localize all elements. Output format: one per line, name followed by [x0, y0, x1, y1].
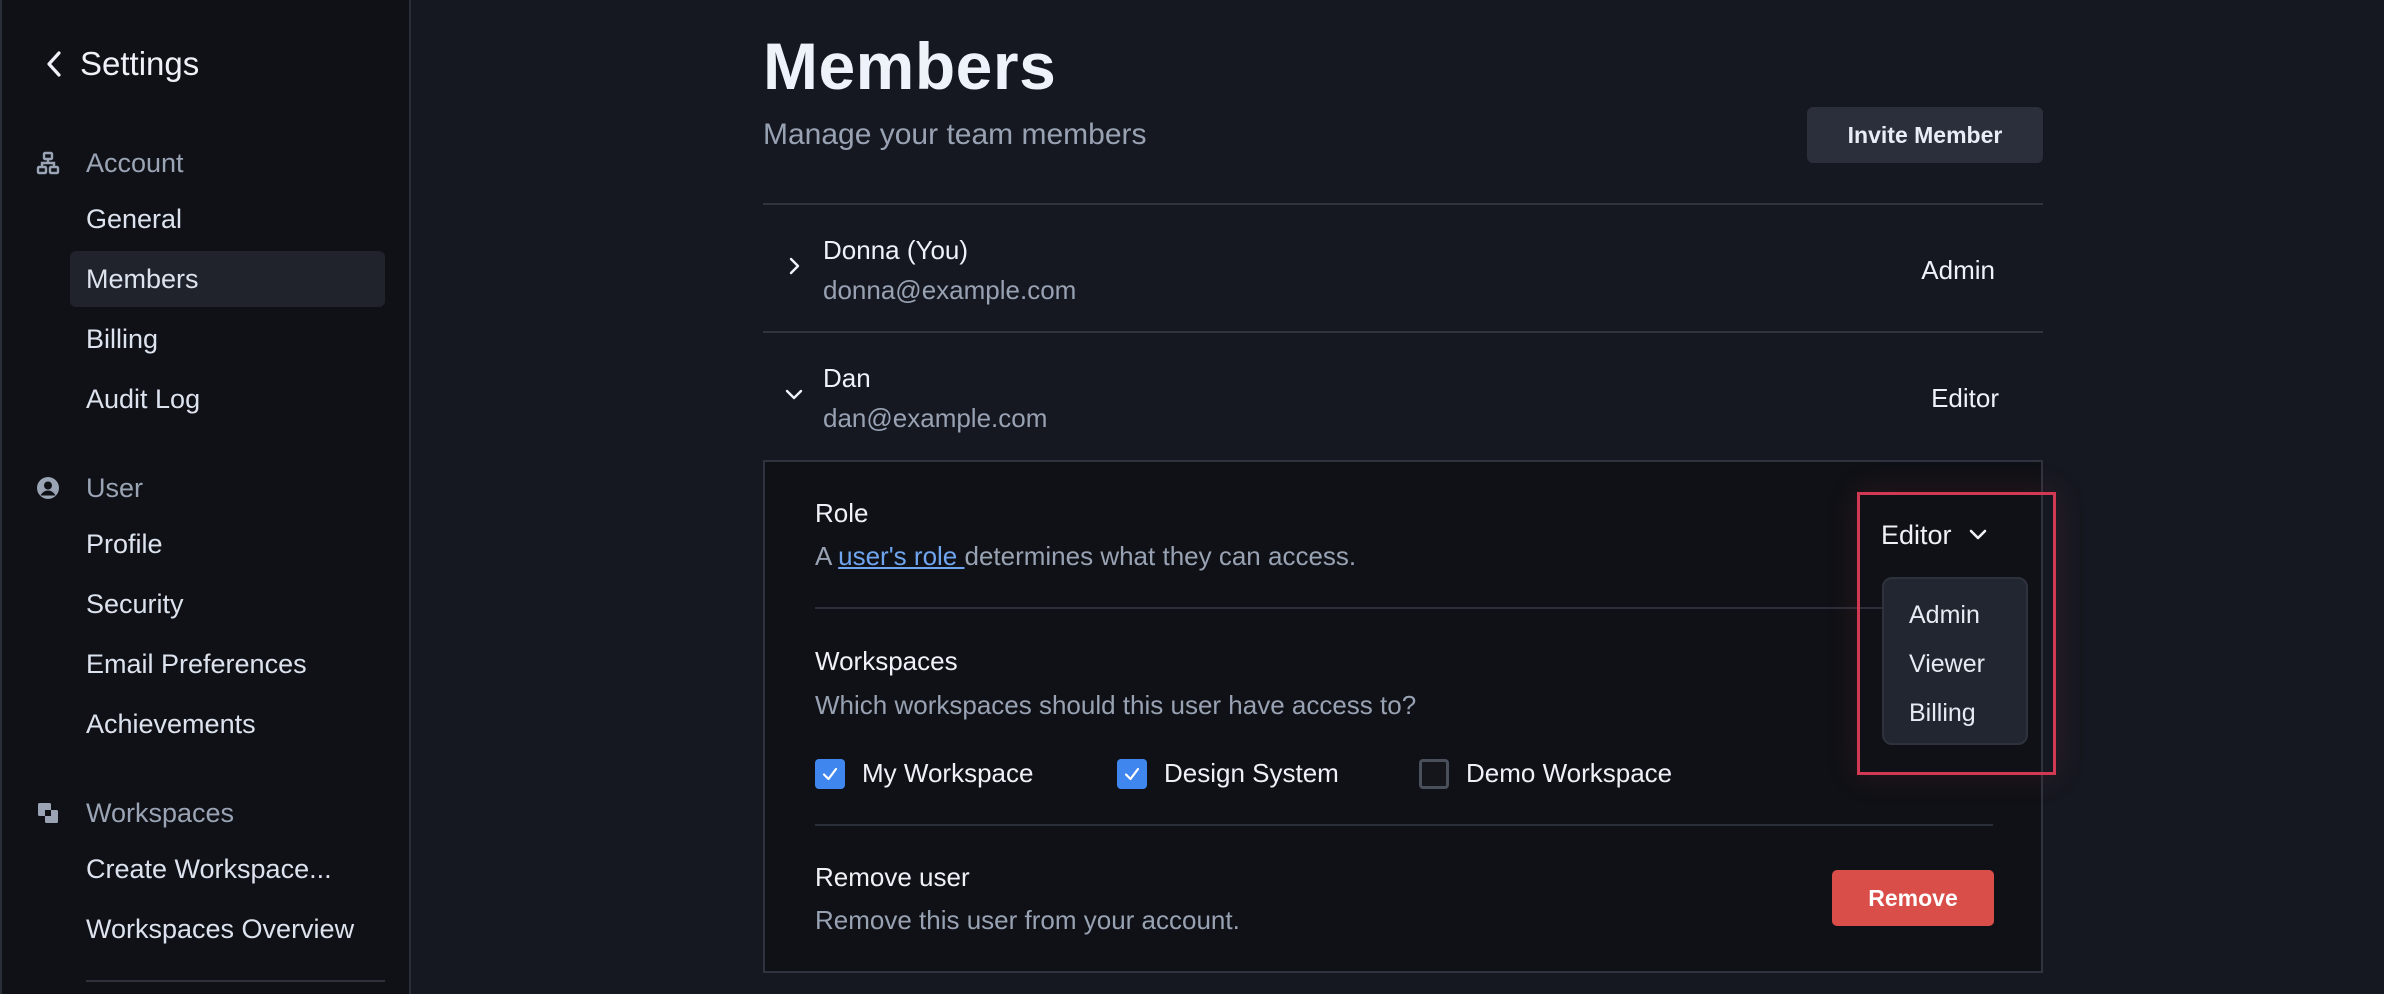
checkbox-checked[interactable] [1117, 758, 1147, 789]
chevron-down-icon [1969, 529, 1986, 540]
role-option-admin[interactable]: Admin [1884, 591, 2026, 640]
sidebar-item-profile[interactable]: Profile [70, 516, 385, 572]
back-to-settings[interactable]: Settings [42, 40, 199, 88]
role-desc-suffix: determines what they can access. [964, 541, 1357, 571]
member-email: dan@example.com [823, 403, 1048, 433]
role-option-billing[interactable]: Billing [1884, 689, 2026, 738]
sidebar-item-audit-log[interactable]: Audit Log [70, 371, 385, 427]
member-name: Donna (You) [823, 235, 969, 265]
page-title: Members [763, 29, 1057, 103]
role-options-menu: Admin Viewer Billing [1882, 577, 2028, 745]
sidebar-item-email-preferences[interactable]: Email Preferences [70, 636, 385, 692]
invite-member-button[interactable]: Invite Member [1807, 107, 2043, 163]
remove-section-title: Remove user [815, 862, 970, 892]
sidebar-item-billing[interactable]: Billing [70, 311, 385, 367]
user-circle-icon [36, 476, 60, 500]
checkbox-unchecked[interactable] [1419, 758, 1449, 789]
section-divider [815, 607, 1993, 609]
sidebar-item-achievements[interactable]: Achievements [70, 696, 385, 752]
chevron-right-icon [789, 257, 800, 275]
workspace-checkbox-demo-workspace[interactable]: Demo Workspace [1419, 758, 1672, 789]
role-select-value: Editor [1881, 519, 1952, 550]
sidebar-item-members[interactable]: Members [70, 251, 385, 307]
workspaces-section-title: Workspaces [815, 646, 958, 676]
remove-section-description: Remove this user from your account. [815, 905, 1240, 935]
member-row-donna[interactable]: Donna (You) donna@example.com Admin [763, 205, 2043, 331]
role-option-viewer[interactable]: Viewer [1884, 640, 2026, 689]
member-row-dan[interactable]: Dan dan@example.com Editor [763, 333, 2043, 459]
role-desc-prefix: A [815, 541, 839, 571]
checkbox-checked[interactable] [815, 758, 845, 789]
members-page: Members Manage your team members Invite … [763, 0, 2043, 994]
sidebar-item-general[interactable]: General [70, 191, 385, 247]
sidebar-group-workspaces: Workspaces [36, 795, 234, 831]
remove-user-button[interactable]: Remove [1832, 870, 1994, 926]
sidebar-item-workspaces-overview[interactable]: Workspaces Overview [70, 901, 385, 957]
workspace-checkbox-my-workspace[interactable]: My Workspace [815, 758, 1033, 789]
users-role-link[interactable]: user's role [838, 541, 964, 571]
sidebar-group-user: User [36, 470, 143, 506]
role-section-description: A user's role determines what they can a… [815, 541, 1356, 572]
member-role: Editor [1931, 383, 1999, 413]
role-select[interactable]: Editor [1881, 516, 1988, 554]
checkbox-label: My Workspace [862, 758, 1034, 788]
member-detail-panel: Role A user's role determines what they … [763, 460, 2043, 973]
sitemap-icon [36, 151, 60, 175]
sidebar-group-account: Account [36, 145, 184, 181]
sidebar-item-create-workspace[interactable]: Create Workspace... [70, 841, 385, 897]
checkmark-icon [822, 767, 838, 780]
checkmark-icon [1124, 767, 1140, 780]
chevron-down-icon [785, 389, 803, 400]
sidebar-item-security[interactable]: Security [70, 576, 385, 632]
workspace-checkbox-design-system[interactable]: Design System [1117, 758, 1339, 789]
checkbox-label: Design System [1164, 758, 1339, 788]
workspaces-section-description: Which workspaces should this user have a… [815, 690, 1417, 720]
chevron-left-icon [47, 51, 61, 77]
member-email: donna@example.com [823, 275, 1077, 305]
settings-sidebar: Settings Account General Members Billing… [0, 0, 411, 994]
section-divider [815, 824, 1993, 826]
sidebar-divider [86, 980, 385, 982]
settings-title: Settings [80, 45, 200, 82]
member-role: Admin [1921, 255, 1995, 285]
member-name: Dan [823, 363, 871, 393]
checkbox-label: Demo Workspace [1466, 758, 1673, 788]
role-section-title: Role [815, 498, 869, 528]
overlapping-squares-icon [36, 801, 60, 825]
page-subtitle: Manage your team members [763, 118, 1147, 151]
